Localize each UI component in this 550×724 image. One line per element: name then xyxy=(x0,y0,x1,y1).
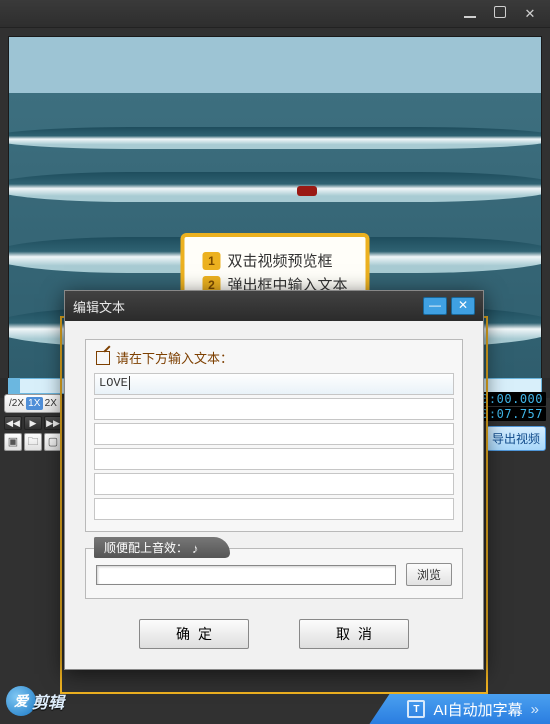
speed-1x[interactable]: 1X xyxy=(26,397,43,410)
cancel-button[interactable]: 取消 xyxy=(299,619,409,649)
left-controls: /2X 1X 2X ◀◀ ▶ ▶▶ ▣ 🗀 ▢ xyxy=(4,394,62,451)
app-title-bar: ✕ xyxy=(0,0,550,28)
dialog-title-bar[interactable]: 编辑文本 — ✕ xyxy=(65,291,483,321)
browse-button[interactable]: 浏览 xyxy=(406,563,452,586)
ai-subtitle-label: AI自动加字幕 xyxy=(433,699,522,720)
layout-button[interactable]: ▢ xyxy=(44,433,62,451)
video-wave xyxy=(8,172,542,202)
sound-effect-group: 顺便配上音效： 浏览 xyxy=(85,548,463,599)
subtitle-line-input[interactable] xyxy=(94,473,454,495)
app-close-button[interactable]: ✕ xyxy=(522,6,538,22)
subtitle-line-input[interactable] xyxy=(94,498,454,520)
input-prompt-label: 请在下方输入文本： xyxy=(116,348,233,367)
speed-pills[interactable]: /2X 1X 2X xyxy=(4,394,62,413)
brand-logo: 爱 剪辑 xyxy=(6,686,64,716)
play-button[interactable]: ▶ xyxy=(24,416,42,430)
open-folder-button[interactable]: 🗀 xyxy=(24,433,42,451)
subtitle-line-input[interactable] xyxy=(94,448,454,470)
ok-button[interactable]: 确定 xyxy=(139,619,249,649)
sound-path-input[interactable] xyxy=(96,565,396,585)
timecode-panel: 0:00.000 0:07.757 导出视频 xyxy=(478,392,546,451)
speed-half[interactable]: /2X xyxy=(7,397,26,410)
total-time: 0:07.757 xyxy=(478,407,546,421)
text-input-group: 请在下方输入文本： LOVE xyxy=(85,339,463,532)
step-back-button[interactable]: ◀◀ xyxy=(4,416,22,430)
brand-text: 剪辑 xyxy=(32,689,64,713)
speed-2x[interactable]: 2X xyxy=(43,397,60,410)
step-badge-1: 1 xyxy=(202,252,220,270)
dialog-close-button[interactable]: ✕ xyxy=(451,297,475,315)
dialog-minimize-button[interactable]: — xyxy=(423,297,447,315)
step-text-1: 双击视频预览框 xyxy=(227,250,332,271)
edit-text-dialog: 编辑文本 — ✕ 请在下方输入文本： LOVE 顺便配上音效： xyxy=(64,290,484,670)
clip-button[interactable]: ▣ xyxy=(4,433,22,451)
chevron-right-icon: » xyxy=(531,701,536,718)
video-surfer xyxy=(297,186,317,196)
subtitle-line-input[interactable]: LOVE xyxy=(94,373,454,395)
music-note-icon xyxy=(192,541,206,555)
step-forward-button[interactable]: ▶▶ xyxy=(44,416,62,430)
video-wave xyxy=(8,127,542,149)
export-video-button[interactable]: 导出视频 xyxy=(486,426,546,451)
dialog-title: 编辑文本 xyxy=(73,297,125,316)
edit-icon xyxy=(96,351,110,365)
subtitle-line-input[interactable] xyxy=(94,398,454,420)
app-minimize-button[interactable] xyxy=(462,6,478,21)
sound-label: 顺便配上音效： xyxy=(104,539,188,556)
subtitle-icon: T xyxy=(407,700,425,718)
app-maximize-button[interactable] xyxy=(492,6,508,21)
subtitle-line-input[interactable] xyxy=(94,423,454,445)
current-time: 0:00.000 xyxy=(478,392,546,406)
sound-effect-tab: 顺便配上音效： xyxy=(94,537,230,558)
ai-subtitle-button[interactable]: T AI自动加字幕 » xyxy=(369,694,550,724)
